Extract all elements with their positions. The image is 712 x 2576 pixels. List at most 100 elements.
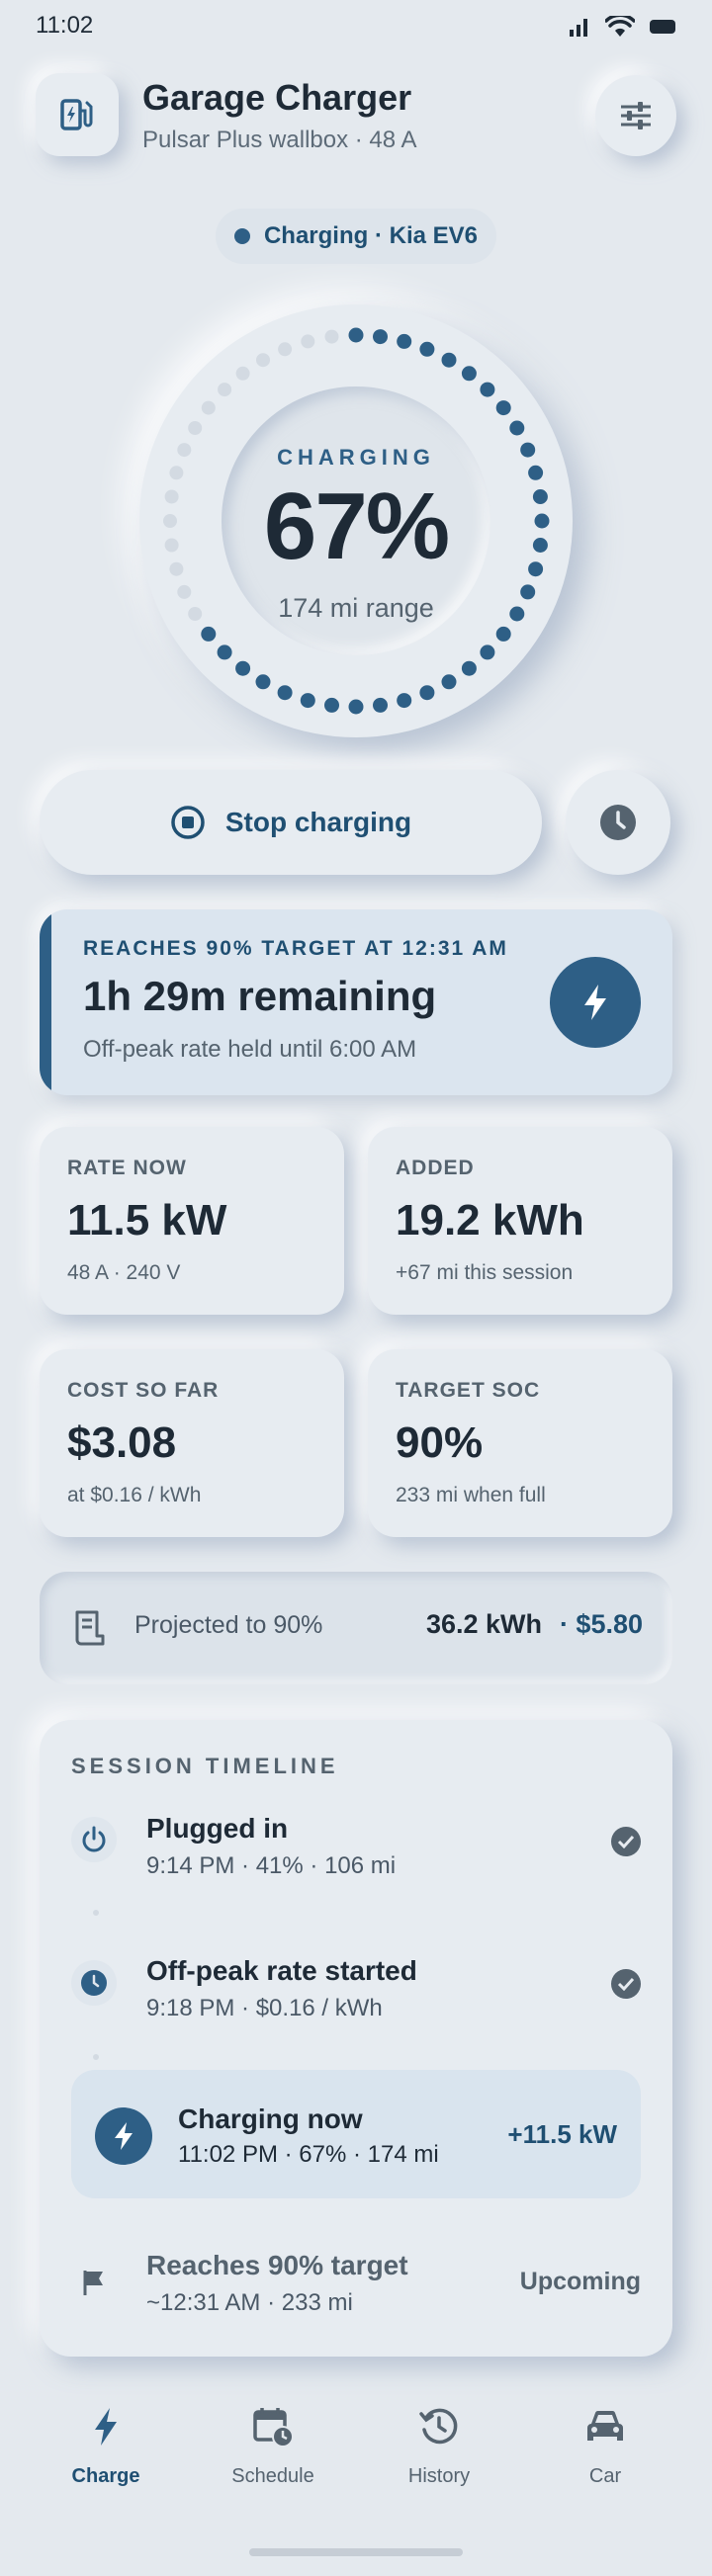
bolt-icon [584,985,606,1020]
projection-label: Projected to 90% [134,1611,323,1639]
nav-item-schedule[interactable]: Schedule [204,2402,342,2488]
gauge-dot-empty [278,342,293,357]
gauge-dot-filled [495,626,511,642]
timeline-event-title: Plugged in [146,1813,289,1844]
charging-status-pill: Charging · Kia EV6 [216,209,496,264]
rate-note: Off-peak rate held until 6:00 AM [83,1036,417,1063]
gauge-dot-empty [177,443,192,458]
timeline-node [95,2107,152,2165]
projection-cost: · $5.80 [559,1609,643,1639]
session-timeline: SESSION TIMELINE Plugged in 9:14 PM · 41… [40,1720,672,2357]
gauge-dot-filled [217,644,232,660]
stat-label: COST SO FAR [67,1379,220,1402]
gauge-dot-filled [255,674,271,690]
timeline-event-detail: ~12:31 AM · 233 mi [146,2289,353,2316]
nav-item-charge[interactable]: Charge [37,2402,175,2488]
stat-card-target-soc[interactable]: TARGET SOC 90% 233 mi when full [368,1349,672,1537]
gauge-dot-filled [397,333,412,349]
gauge-dot-filled [528,465,544,480]
stat-value: $3.08 [67,1418,177,1467]
nav-item-car[interactable]: Car [536,2402,674,2488]
nav-label: History [407,2465,471,2487]
gauge-dot-empty [164,538,179,553]
timeline-event-title: Off-peak rate started [146,1955,417,1986]
schedule-clock-button[interactable] [566,770,670,875]
gauge-dot-filled [520,584,536,600]
stat-label: TARGET SOC [396,1379,541,1402]
gauge-dot-filled [348,327,364,343]
bolt-icon [115,2122,133,2150]
gauge-dot-empty [256,353,270,368]
projection-summary: Projected to 90% 36.2 kWh · $5.80 [40,1572,672,1684]
page-title: Garage Charger [142,77,412,118]
gauge-dot-filled [532,489,548,504]
gauge-dot-filled [509,606,525,622]
stat-value: 90% [396,1418,484,1467]
home-indicator [249,2548,463,2556]
timeline-node [71,1960,117,2006]
target-kicker: REACHES 90% TARGET AT 12:31 AM [83,937,508,960]
gauge-dot-empty [235,366,250,381]
history-icon [419,2408,458,2445]
battery-icon [650,20,675,34]
timeline-event-detail: 9:18 PM · $0.16 / kWh [146,1995,383,2021]
stat-card-cost: COST SO FAR $3.08 at $0.16 / kWh [40,1349,344,1537]
gauge-dot-empty [188,421,203,435]
nav-item-history[interactable]: History [370,2402,508,2488]
upcoming-badge: Upcoming [519,2268,641,2295]
stat-sub: 48 A · 240 V [67,1261,181,1284]
status-dot [233,228,250,244]
range-readout: 174 mi range [278,593,434,623]
flag-icon [83,2271,103,2295]
time-remaining: 1h 29m remaining [83,973,437,1019]
stat-value: 11.5 kW [67,1196,227,1245]
gauge-dot-filled [277,685,293,701]
calendar-clock-icon [253,2408,294,2447]
gauge-dot-filled [348,699,364,715]
timeline-heading: SESSION TIMELINE [71,1754,339,1778]
stat-label: RATE NOW [67,1157,187,1179]
gauge-dot-filled [528,561,544,577]
gauge-dot-filled [495,400,511,416]
gauge-dot-filled [373,697,388,713]
gauge-dot-filled [509,420,525,436]
gauge-dot-filled [441,352,457,368]
gauge-dot-filled [235,660,251,676]
gauge-dot-filled [532,538,548,553]
page-subtitle: Pulsar Plus wallbox · 48 A [142,127,417,153]
charge-percent: 67% [263,473,450,579]
current-rate-badge: +11.5 kW [507,2119,617,2149]
gauge-label: CHARGING [277,445,435,470]
charger-avatar [36,73,119,156]
status-time: 11:02 [36,12,94,39]
gauge-dot-filled [461,366,477,382]
bottom-nav: Charge Schedule History Car [0,2402,712,2521]
gauge-dot-empty [177,584,192,599]
gauge-dot-empty [163,514,177,528]
clock-icon [81,1970,107,1996]
gauge-dot-filled [300,693,315,709]
timeline-event-title: Reaches 90% target [146,2250,408,2280]
power-icon [82,1826,106,1852]
ev-station-icon [60,99,93,130]
target-bolt-badge [550,957,641,1048]
check-icon [611,1827,641,1856]
gauge-dot-filled [373,329,388,345]
gauge-dot-empty [169,466,184,480]
wifi-icon [605,16,635,37]
gauge-dot-empty [188,607,203,621]
stat-value: 19.2 kWh [396,1196,584,1245]
gauge-dot-empty [164,489,179,504]
stop-charging-button[interactable]: Stop charging [40,770,542,875]
gauge-dot-empty [169,561,184,576]
gauge-dot-filled [201,626,217,642]
status-icons [568,16,676,38]
gauge-dot-empty [218,383,232,397]
target-eta-card: REACHES 90% TARGET AT 12:31 AM 1h 29m re… [40,909,672,1095]
settings-button[interactable] [595,75,676,156]
gauge-dot-filled [480,644,495,660]
timeline-node [71,2260,117,2305]
stat-sub: at $0.16 / kWh [67,1484,202,1506]
bolt-icon [95,2408,117,2446]
stop-icon [171,806,205,839]
